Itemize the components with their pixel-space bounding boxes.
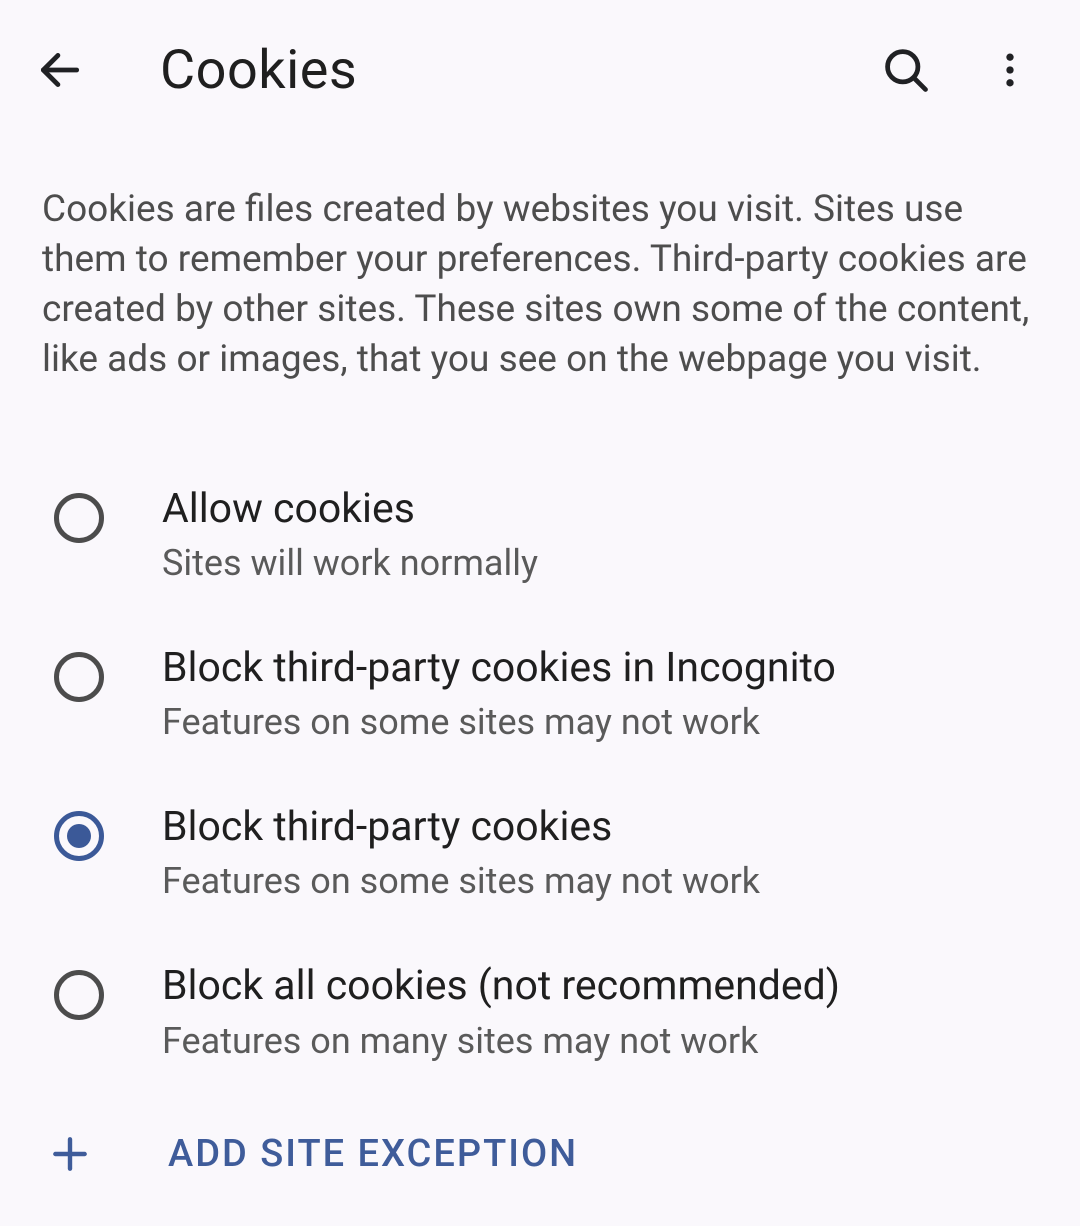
page-title: Cookies bbox=[160, 39, 866, 102]
option-subtitle: Sites will work normally bbox=[162, 542, 1038, 584]
option-title: Block third-party cookies bbox=[162, 803, 1038, 852]
option-subtitle: Features on many sites may not work bbox=[162, 1020, 1038, 1062]
option-block-all-cookies[interactable]: Block all cookies (not recommended) Feat… bbox=[0, 932, 1080, 1091]
option-allow-cookies[interactable]: Allow cookies Sites will work normally bbox=[0, 455, 1080, 614]
back-button[interactable] bbox=[20, 30, 100, 110]
plus-icon bbox=[48, 1132, 92, 1176]
cookie-options-group: Allow cookies Sites will work normally B… bbox=[0, 395, 1080, 1092]
option-title: Block all cookies (not recommended) bbox=[162, 962, 1038, 1011]
cookies-description: Cookies are files created by websites yo… bbox=[0, 140, 1080, 395]
option-block-third-party[interactable]: Block third-party cookies Features on so… bbox=[0, 773, 1080, 932]
radio-icon bbox=[54, 970, 104, 1020]
radio-icon bbox=[54, 811, 104, 861]
search-icon bbox=[880, 44, 932, 96]
option-title: Allow cookies bbox=[162, 485, 1038, 534]
search-button[interactable] bbox=[866, 30, 946, 110]
more-vert-icon bbox=[988, 48, 1032, 92]
add-site-exception-label: ADD SITE EXCEPTION bbox=[168, 1132, 578, 1176]
radio-icon bbox=[54, 493, 104, 543]
option-block-third-party-incognito[interactable]: Block third-party cookies in Incognito F… bbox=[0, 614, 1080, 773]
overflow-menu-button[interactable] bbox=[970, 30, 1050, 110]
option-title: Block third-party cookies in Incognito bbox=[162, 644, 1038, 693]
toolbar: Cookies bbox=[0, 0, 1080, 140]
toolbar-actions bbox=[866, 30, 1050, 110]
option-subtitle: Features on some sites may not work bbox=[162, 701, 1038, 743]
arrow-left-icon bbox=[35, 45, 85, 95]
add-site-exception-button[interactable]: ADD SITE EXCEPTION bbox=[0, 1092, 1080, 1206]
radio-icon bbox=[54, 652, 104, 702]
option-subtitle: Features on some sites may not work bbox=[162, 860, 1038, 902]
